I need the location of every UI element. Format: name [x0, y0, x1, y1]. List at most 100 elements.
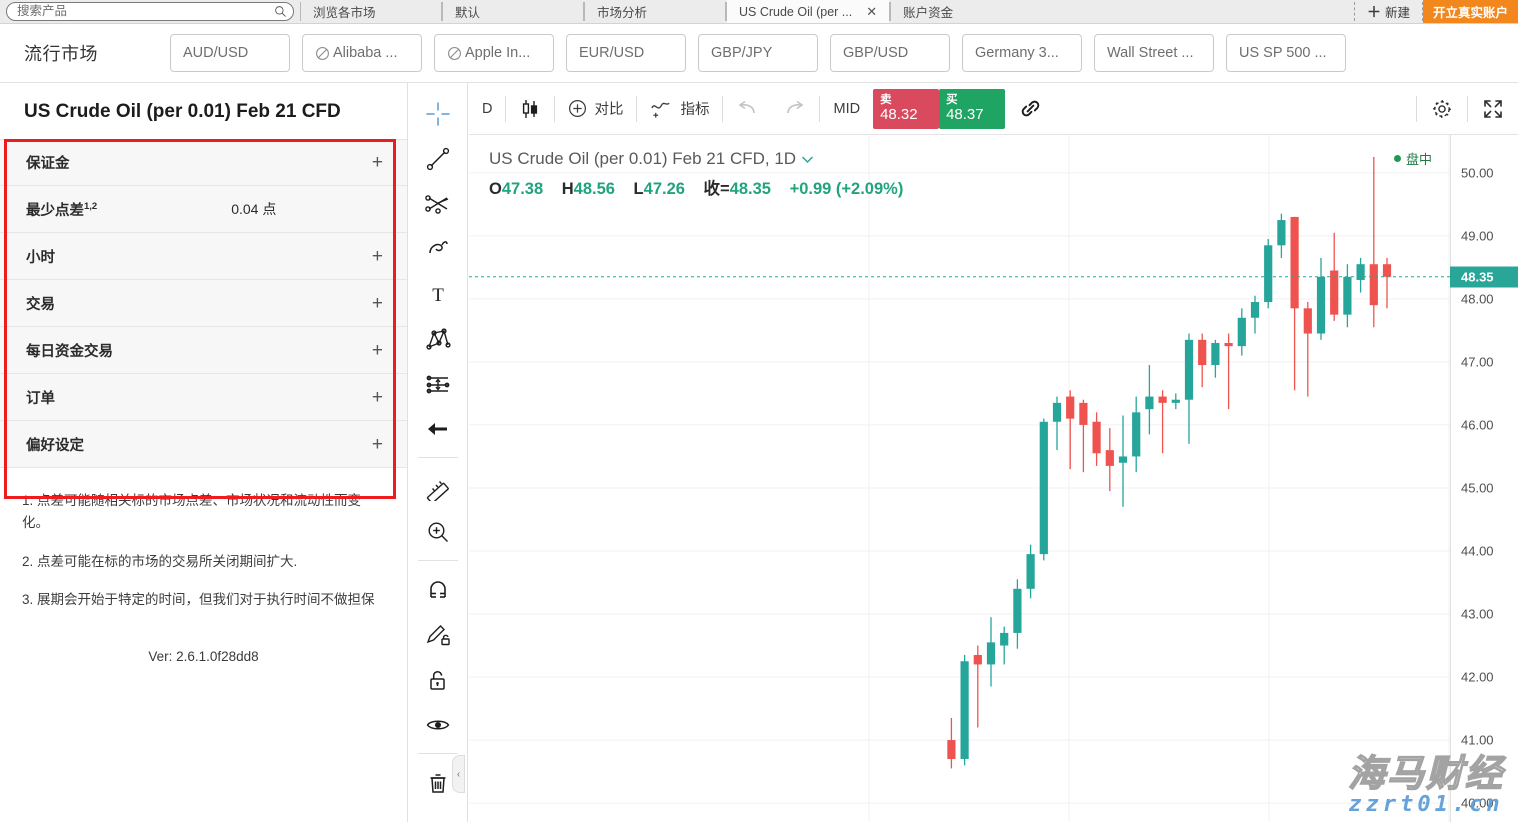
watchlist-chip[interactable]: Germany 3... — [962, 34, 1082, 72]
undo-button[interactable] — [723, 83, 771, 135]
buy-label: 买 — [946, 93, 958, 106]
panel-collapse-handle[interactable]: ‹ — [452, 755, 465, 793]
watermark: 海马财经 zzrt01.cn — [1347, 753, 1504, 816]
row-label: 交易 — [26, 296, 55, 313]
buy-price: 48.37 — [946, 105, 984, 123]
ohlc-change: +0.99 (+2.09%) — [789, 180, 904, 198]
watchlist-chip[interactable]: EUR/USD — [566, 34, 686, 72]
undo-icon — [739, 100, 756, 113]
watchlist-chip[interactable]: AUD/USD — [170, 34, 290, 72]
plus-icon: ＋ — [1366, 3, 1381, 20]
hide-drawings-eye-icon[interactable] — [416, 702, 460, 747]
panel-instrument-title: US Crude Oil (per 0.01) Feb 21 CFD — [24, 101, 341, 122]
fullscreen-icon — [1484, 99, 1502, 118]
accordion-row-trading[interactable]: 交易 + — [0, 280, 407, 327]
tab-label: 账户资金 — [903, 6, 954, 20]
arrow-tool-icon[interactable] — [416, 406, 460, 451]
tab-us-crude-oil[interactable]: US Crude Oil (per ... ✕ — [727, 0, 890, 23]
chart-type-button[interactable] — [506, 83, 554, 135]
fullscreen-button[interactable] — [1468, 83, 1518, 135]
trend-line-tool-icon[interactable] — [416, 136, 460, 181]
sell-button[interactable]: 卖 48.32 — [873, 88, 940, 129]
watchlist-chip[interactable]: US SP 500 ... — [1226, 34, 1346, 72]
forecast-tool-icon[interactable] — [416, 361, 460, 406]
session-label: 盘中 — [1405, 152, 1432, 167]
session-dot-icon — [1393, 155, 1401, 162]
lock-drawings-icon[interactable] — [416, 657, 460, 702]
tabstrip-spacer — [1031, 0, 1354, 23]
row-label: 每日资金交易 — [26, 343, 113, 360]
zoom-in-tool-icon[interactable] — [416, 509, 460, 554]
pattern-tool-icon[interactable] — [416, 316, 460, 361]
expand-icon[interactable]: + — [372, 435, 383, 454]
compare-button[interactable]: 对比 — [555, 83, 636, 135]
compare-label: 对比 — [594, 102, 624, 118]
indicators-button[interactable]: 指标 — [637, 83, 722, 135]
tab-browse-markets[interactable]: 浏览各市场 — [301, 0, 441, 23]
chart-symbol-row[interactable]: US Crude Oil (per 0.01) Feb 21 CFD, 1D — [489, 149, 917, 169]
svg-text:T: T — [432, 285, 444, 306]
watchlist-chip[interactable]: Apple In... — [434, 34, 554, 72]
expand-icon[interactable]: + — [372, 388, 383, 407]
accordion-row-daily-funding[interactable]: 每日资金交易 + — [0, 327, 407, 374]
redo-icon — [787, 100, 804, 113]
redo-button[interactable] — [771, 83, 819, 135]
crosshair-tool-icon[interactable] — [416, 91, 460, 136]
watchlist-chip[interactable]: GBP/USD — [830, 34, 950, 72]
price-axis[interactable]: 50.00 49.00 48.00 47.00 46.00 45.00 44.00 43.00… — [1450, 135, 1518, 822]
expand-icon[interactable]: + — [372, 341, 383, 360]
row-label: 最少点差1,2 — [26, 200, 98, 219]
new-tab-button[interactable]: ＋ 新建 — [1354, 0, 1422, 23]
chart-settings-button[interactable] — [1417, 83, 1467, 135]
buy-button[interactable]: 买 48.37 — [939, 88, 1006, 129]
interval-button[interactable]: D — [469, 83, 505, 135]
price-axis-tick: 42.00 — [1461, 669, 1494, 685]
market-closed-icon — [448, 46, 461, 60]
price-axis-tick: 44.00 — [1461, 543, 1494, 559]
row-value: 0.04 点 — [231, 201, 277, 217]
magnet-tool-icon[interactable] — [416, 567, 460, 612]
watermark-brand: 海马财经 — [1347, 753, 1504, 794]
footnotes: 1. 点差可能随相关标的市场点差、市场状况和流动性而变化。 2. 点差可能在标的… — [0, 468, 407, 611]
candlestick-plot[interactable] — [469, 135, 1518, 822]
measure-tool-icon[interactable] — [416, 464, 460, 509]
accordion-row-orders[interactable]: 订单 + — [0, 374, 407, 421]
chart-canvas-container[interactable]: US Crude Oil (per 0.01) Feb 21 CFD, 1D O… — [469, 135, 1518, 822]
footnote-1: 1. 点差可能随相关标的市场点差、市场状况和流动性而变化。 — [22, 493, 362, 531]
chevron-down-icon[interactable] — [801, 149, 814, 169]
expand-icon[interactable]: + — [372, 247, 383, 266]
search-container: 搜索产品 — [0, 0, 300, 23]
search-input[interactable]: 搜索产品 — [6, 1, 294, 21]
tab-default[interactable]: 默认 — [443, 0, 583, 23]
toolbar-divider — [417, 560, 458, 561]
close-icon[interactable]: ✕ — [866, 4, 877, 20]
stay-drawing-mode-icon[interactable] — [416, 612, 460, 657]
row-label: 偏好设定 — [26, 437, 84, 454]
watchlist-chip[interactable]: GBP/JPY — [698, 34, 818, 72]
brush-tool-icon[interactable] — [416, 226, 460, 271]
watchlist-chip[interactable]: Alibaba ... — [302, 34, 422, 72]
browser-tab-strip: 搜索产品 浏览各市场 默认 市场分析 US Crude Oil (per ...… — [0, 0, 1518, 24]
open-live-account-button[interactable]: 开立真实账户 — [1422, 0, 1518, 23]
sell-price: 48.32 — [880, 105, 918, 123]
fib-fork-tool-icon[interactable] — [416, 181, 460, 226]
accordion-row-margin[interactable]: 保证金 + — [0, 139, 407, 186]
price-axis-tick: 48.00 — [1461, 291, 1494, 307]
accordion-row-preferences[interactable]: 偏好设定 + — [0, 421, 407, 468]
mid-price-toggle[interactable]: MID — [820, 83, 873, 135]
chip-label: GBP/JPY — [711, 45, 773, 61]
tab-market-analysis[interactable]: 市场分析 — [585, 0, 725, 23]
ohlc-low: L47.26 — [633, 180, 685, 198]
search-placeholder: 搜索产品 — [17, 4, 68, 18]
watchlist-chip[interactable]: Wall Street ... — [1094, 34, 1214, 72]
text-tool-icon[interactable]: T — [416, 271, 460, 316]
expand-icon[interactable]: + — [372, 294, 383, 313]
current-price-tag[interactable]: 48.35 — [1450, 266, 1518, 288]
chart-area: D 对比 指标 MID 卖 48.32 买 48.37 US Crude Oil… — [469, 83, 1518, 822]
link-button[interactable] — [1005, 83, 1056, 135]
expand-icon[interactable]: + — [372, 153, 383, 172]
accordion-row-min-spread[interactable]: 最少点差1,2 0.04 点 — [0, 186, 407, 233]
tab-account-funds[interactable]: 账户资金 — [891, 0, 1032, 23]
chip-label: Germany 3... — [975, 45, 1059, 61]
accordion-row-hours[interactable]: 小时 + — [0, 233, 407, 280]
